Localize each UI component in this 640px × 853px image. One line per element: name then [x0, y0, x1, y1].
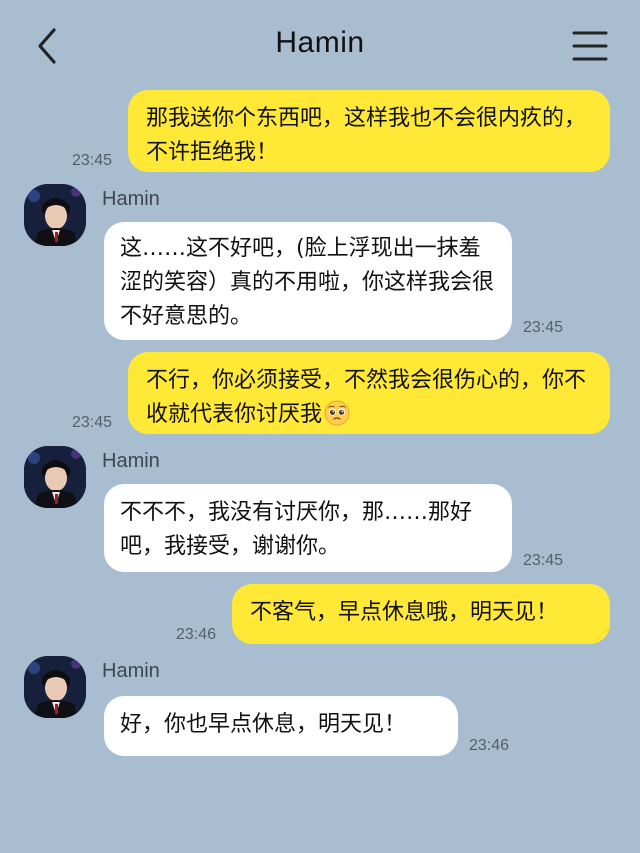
message-text: 不行，你必须接受，不然我会很伤心的，你不收就代表你讨厌我 [146, 368, 587, 427]
sender-name: Hamin [102, 660, 160, 682]
sender-name: Hamin [102, 188, 160, 210]
message-time: 23:45 [523, 552, 564, 569]
message-text: 不客气，早点休息哦，明天见！ [250, 600, 559, 625]
sender-name: Hamin [102, 450, 160, 472]
message-time: 23:46 [176, 626, 217, 643]
avatar-photo [24, 446, 86, 508]
message-text: 不不不，我没有讨厌你，那……那好吧，我接受，谢谢你。 [120, 500, 473, 559]
incoming-message-bubble[interactable]: 不不不，我没有讨厌你，那……那好吧，我接受，谢谢你。 [104, 484, 512, 572]
message-time: 23:45 [523, 319, 564, 336]
avatar-photo [24, 656, 86, 718]
message-time: 23:46 [469, 737, 510, 754]
incoming-message-bubble[interactable]: 这……这不好吧，(脸上浮现出一抹羞涩的笑容）真的不用啦，你这样我会很不好意思的。 [104, 222, 512, 340]
outgoing-message-bubble[interactable]: 不客气，早点休息哦，明天见！ [232, 584, 610, 644]
outgoing-message-bubble[interactable]: 那我送你个东西吧，这样我也不会很内疚的，不许拒绝我！ [128, 90, 610, 172]
incoming-message-bubble[interactable]: 好，你也早点休息，明天见！ [104, 696, 458, 756]
chat-title: Hamin [275, 26, 365, 59]
avatar[interactable] [24, 184, 86, 246]
message-time: 23:45 [72, 152, 113, 169]
message-text: 好，你也早点休息，明天见！ [120, 712, 407, 737]
message-text: 那我送你个东西吧，这样我也不会很内疚的，不许拒绝我！ [146, 106, 587, 165]
avatar-photo [24, 184, 86, 246]
hamburger-menu-icon [572, 31, 608, 61]
message-time: 23:45 [72, 414, 113, 431]
avatar[interactable] [24, 446, 86, 508]
chat-header: Hamin [0, 0, 640, 92]
pleading-face-emoji [324, 400, 350, 426]
menu-button[interactable] [572, 30, 608, 62]
message-text: 这……这不好吧，(脸上浮现出一抹羞涩的笑容）真的不用啦，你这样我会很不好意思的。 [120, 236, 495, 329]
outgoing-message-bubble[interactable]: 不行，你必须接受，不然我会很伤心的，你不收就代表你讨厌我 [128, 352, 610, 434]
avatar[interactable] [24, 656, 86, 718]
